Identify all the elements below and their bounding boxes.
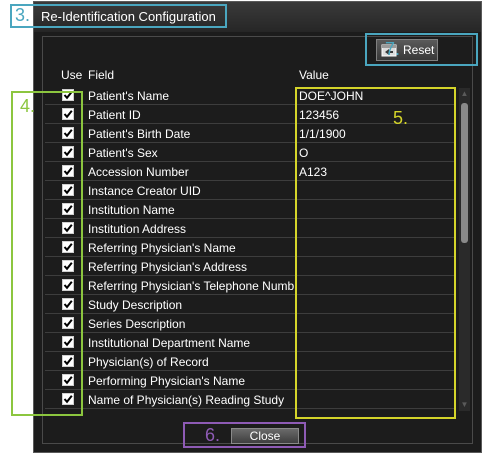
field-name: Institution Address: [88, 222, 187, 236]
annotation-box-6: [183, 422, 306, 448]
field-name: Referring Physician's Telephone Numb: [88, 279, 295, 293]
column-header-field: Field: [88, 68, 115, 82]
field-name: Study Description: [88, 298, 183, 312]
annotation-label-4: 4.: [20, 96, 36, 116]
field-name: Performing Physician's Name: [88, 374, 246, 388]
annotation-box-3: [10, 4, 227, 28]
annotation-box-7: [365, 33, 478, 66]
field-name: Instance Creator UID: [88, 184, 201, 198]
vertical-scrollbar[interactable]: ▲ ▼: [459, 88, 470, 411]
scroll-up-arrow-icon[interactable]: ▲: [460, 89, 469, 99]
field-name: Accession Number: [88, 165, 189, 179]
annotation-label-3: 3.: [15, 5, 31, 25]
field-name: Patient's Name: [88, 89, 169, 103]
field-name: Physician(s) of Record: [88, 355, 209, 369]
field-name: Patient's Birth Date: [88, 127, 191, 141]
annotation-label-6: 6.: [205, 425, 221, 445]
column-header-value: Value: [299, 68, 329, 82]
field-name: Referring Physician's Address: [88, 260, 248, 274]
annotation-label-5: 5.: [393, 108, 409, 128]
annotation-box-5: [295, 87, 456, 419]
field-name: Patient's Sex: [88, 146, 158, 160]
field-name: Series Description: [88, 317, 186, 331]
field-name: Referring Physician's Name: [88, 241, 236, 255]
annotation-label-7: 7.: [385, 39, 401, 59]
column-header-use: Use: [61, 68, 83, 82]
scroll-down-arrow-icon[interactable]: ▼: [460, 400, 469, 410]
field-name: Patient ID: [88, 108, 141, 122]
field-name: Institution Name: [88, 203, 175, 217]
field-name: Name of Physician(s) Reading Study: [88, 393, 285, 407]
annotation-box-4: [11, 91, 83, 416]
field-name: Institutional Department Name: [88, 336, 251, 350]
scroll-thumb[interactable]: [461, 103, 468, 243]
